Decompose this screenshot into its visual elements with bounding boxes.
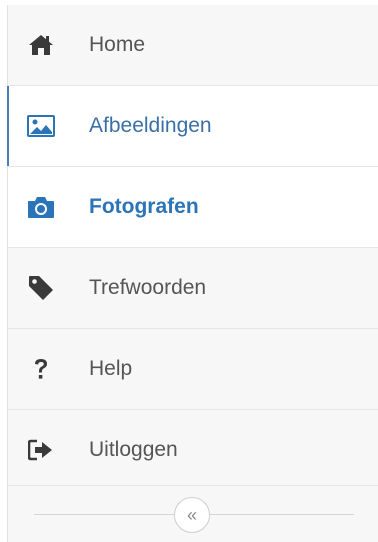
- sidebar-item-help[interactable]: Help: [8, 329, 378, 409]
- sidebar-item-label: Help: [89, 357, 133, 380]
- sidebar-item-afbeeldingen[interactable]: Afbeeldingen: [7, 86, 378, 166]
- camera-icon: [26, 192, 56, 222]
- sidebar-item-trefwoorden[interactable]: Trefwoorden: [8, 248, 378, 328]
- sign-out-icon: [26, 435, 56, 465]
- sidebar-item-uitloggen[interactable]: Uitloggen: [8, 410, 378, 490]
- sidebar-item-label: Uitloggen: [89, 438, 178, 461]
- double-chevron-left-icon: «: [186, 505, 197, 525]
- sidebar-item-home[interactable]: Home: [8, 5, 378, 85]
- sidebar-collapse-area: «: [8, 486, 378, 542]
- question-icon: [26, 354, 56, 384]
- sidebar-item-label: Trefwoorden: [89, 276, 207, 299]
- active-indicator: [7, 86, 9, 166]
- home-icon: [26, 30, 56, 60]
- sidebar-item-label: Home: [89, 33, 146, 56]
- tag-icon: [26, 273, 56, 303]
- sidebar-item-fotografen[interactable]: Fotografen: [8, 167, 378, 247]
- collapse-sidebar-button[interactable]: «: [174, 497, 210, 533]
- image-icon: [26, 111, 56, 141]
- sidebar-nav: Home Afbeeldingen Fotografen Trefwoorden…: [7, 5, 378, 542]
- sidebar-item-label: Afbeeldingen: [89, 114, 212, 137]
- sidebar-item-label: Fotografen: [89, 195, 199, 218]
